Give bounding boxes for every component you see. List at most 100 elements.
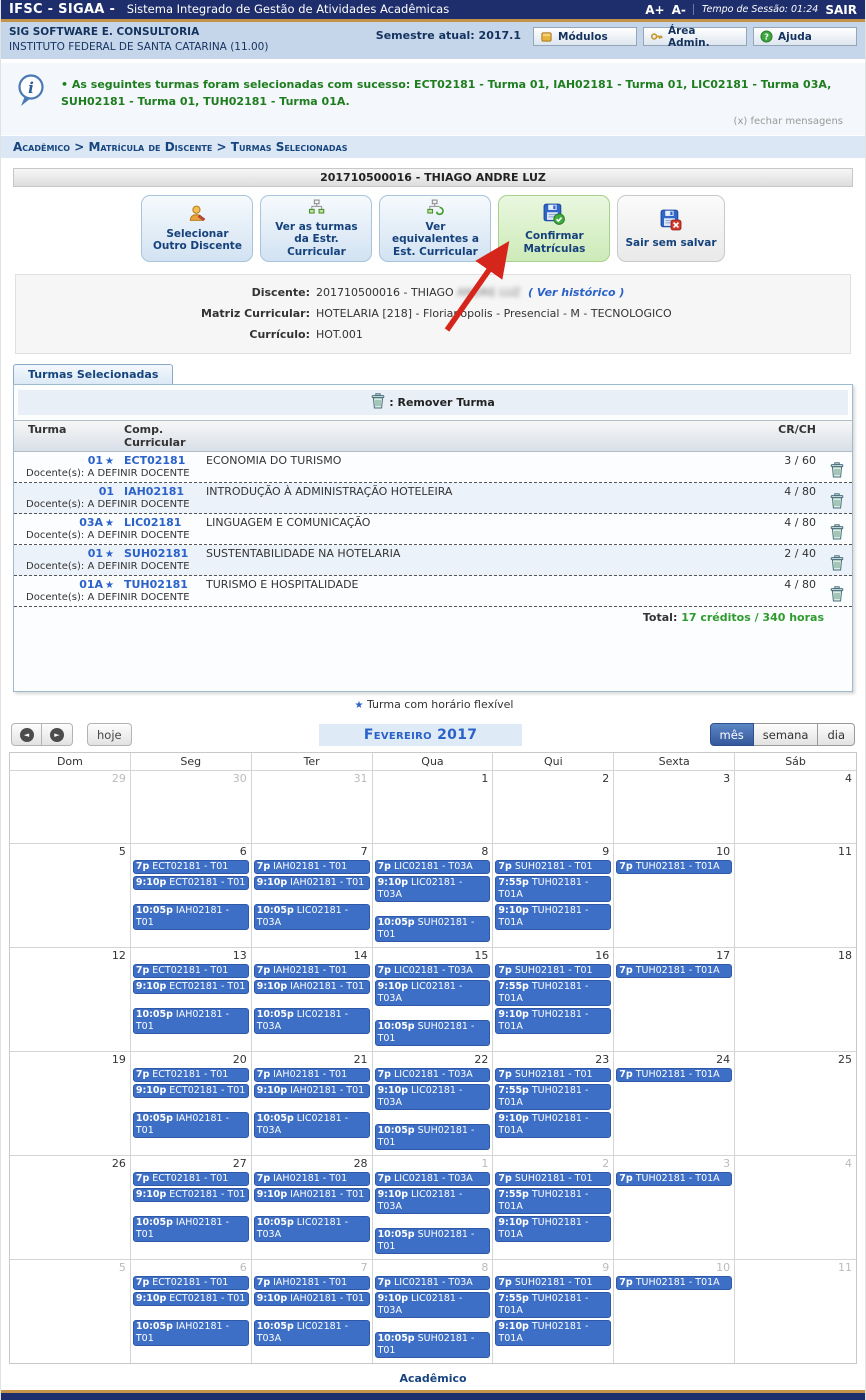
day-number: 31 — [252, 771, 372, 786]
calendar-event[interactable]: 7:55pTUH02181 -T01A — [495, 1292, 611, 1318]
calendar-event[interactable]: 9:10pIAH02181 - T01 — [254, 980, 370, 994]
remove-turma-button[interactable] — [830, 555, 844, 571]
calendar-event[interactable]: 10:05pLIC02181 -T03A — [254, 904, 370, 930]
calendar-event[interactable]: 7:55pTUH02181 -T01A — [495, 876, 611, 902]
calendar-event[interactable]: 9:10pTUH02181 -T01A — [495, 1112, 611, 1138]
component-code-link[interactable]: ECT02181 — [124, 454, 206, 467]
calendar-event[interactable]: 10:05pSUH02181 -T01 — [375, 916, 491, 942]
remove-turma-button[interactable] — [830, 586, 844, 602]
calendar-event[interactable]: 7pECT02181 - T01 — [133, 1172, 249, 1186]
calendar-event[interactable]: 10:05pLIC02181 -T03A — [254, 1320, 370, 1346]
calendar-today-button[interactable]: hoje — [87, 723, 132, 746]
calendar-view-mes-button[interactable]: mês — [710, 723, 754, 746]
action-selecionar-outro-discente-button[interactable]: Selecionar Outro Discente — [141, 195, 253, 262]
calendar-event[interactable]: 10:05pIAH02181 - T01 — [133, 904, 249, 930]
remove-turma-button[interactable] — [830, 524, 844, 540]
component-code-link[interactable]: LIC02181 — [124, 516, 206, 529]
calendar-event[interactable]: 7pSUH02181 - T01 — [495, 964, 611, 978]
calendar-event[interactable]: 10:05pSUH02181 -T01 — [375, 1020, 491, 1046]
calendar-event[interactable]: 7pIAH02181 - T01 — [254, 860, 370, 874]
font-increase-button[interactable]: A+ — [645, 3, 664, 17]
calendar-event[interactable]: 7pIAH02181 - T01 — [254, 964, 370, 978]
calendar-event[interactable]: 7pECT02181 - T01 — [133, 860, 249, 874]
calendar-event[interactable]: 7pTUH02181 - T01A — [616, 964, 732, 978]
calendar-event[interactable]: 7pLIC02181 - T03A — [375, 860, 491, 874]
day-number: 4 — [735, 1156, 856, 1171]
calendar-prev-button[interactable]: ◄ — [11, 723, 42, 746]
calendar-event[interactable]: 9:10pLIC02181 - T03A — [375, 980, 491, 1006]
remove-turma-button[interactable] — [830, 462, 844, 478]
action-ver-equivalentes-estrutura-curricular-button[interactable]: Ver equivalentes a Est. Curricular — [379, 195, 491, 262]
calendar-event[interactable]: 7pECT02181 - T01 — [133, 1276, 249, 1290]
font-decrease-button[interactable]: A- — [672, 3, 686, 17]
calendar-next-button[interactable]: ► — [42, 723, 73, 746]
action-ver-turmas-estrutura-curricular-button[interactable]: Ver as turmas da Estr. Curricular — [260, 195, 372, 262]
component-code-link[interactable]: IAH02181 — [124, 485, 206, 498]
logout-button[interactable]: SAIR — [825, 3, 857, 17]
calendar-event[interactable]: 10:05pLIC02181 -T03A — [254, 1112, 370, 1138]
menu-button-ajuda[interactable]: ?Ajuda — [753, 27, 857, 46]
close-messages-link[interactable]: (x) fechar mensagens — [15, 112, 855, 133]
calendar-view-dia-button[interactable]: dia — [818, 723, 855, 746]
calendar-event[interactable]: 9:10pLIC02181 - T03A — [375, 1084, 491, 1110]
remove-turma-legend-text: : Remover Turma — [389, 396, 495, 409]
tab-turmas-selecionadas[interactable]: Turmas Selecionadas — [13, 364, 173, 384]
calendar-event[interactable]: 7:55pTUH02181 -T01A — [495, 1084, 611, 1110]
calendar-event[interactable]: 9:10pTUH02181 -T01A — [495, 1216, 611, 1242]
calendar-event[interactable]: 7pLIC02181 - T03A — [375, 1068, 491, 1082]
calendar-event[interactable]: 7pSUH02181 - T01 — [495, 1172, 611, 1186]
calendar-event[interactable]: 7pLIC02181 - T03A — [375, 1172, 491, 1186]
weekday-header: Qui — [493, 753, 614, 770]
calendar-event[interactable]: 10:05pSUH02181 -T01 — [375, 1228, 491, 1254]
calendar-event[interactable]: 7pIAH02181 - T01 — [254, 1172, 370, 1186]
calendar-event[interactable]: 9:10pTUH02181 -T01A — [495, 1320, 611, 1346]
calendar-event[interactable]: 7pTUH02181 - T01A — [616, 1068, 732, 1082]
calendar-event[interactable]: 7pTUH02181 - T01A — [616, 860, 732, 874]
calendar-event[interactable]: 10:05pIAH02181 - T01 — [133, 1112, 249, 1138]
calendar-event[interactable]: 9:10pECT02181 - T01 — [133, 1084, 249, 1098]
calendar-event[interactable]: 7pIAH02181 - T01 — [254, 1068, 370, 1082]
calendar-event[interactable]: 7pIAH02181 - T01 — [254, 1276, 370, 1290]
calendar-event[interactable]: 10:05pIAH02181 - T01 — [133, 1008, 249, 1034]
calendar-event[interactable]: 7pTUH02181 - T01A — [616, 1172, 732, 1186]
component-code-link[interactable]: SUH02181 — [124, 547, 206, 560]
menu-button-area-admin[interactable]: Área Admin. — [643, 27, 747, 46]
action-sair-sem-salvar-button[interactable]: Sair sem salvar — [617, 195, 724, 262]
calendar-view-semana-button[interactable]: semana — [754, 723, 819, 746]
calendar-event[interactable]: 7pSUH02181 - T01 — [495, 1068, 611, 1082]
calendar-event[interactable]: 10:05pIAH02181 - T01 — [133, 1320, 249, 1346]
calendar-event[interactable]: 9:10pECT02181 - T01 — [133, 876, 249, 890]
calendar-event[interactable]: 7pECT02181 - T01 — [133, 1068, 249, 1082]
calendar-event[interactable]: 10:05pSUH02181 -T01 — [375, 1332, 491, 1358]
calendar-event[interactable]: 9:10pLIC02181 - T03A — [375, 1292, 491, 1318]
action-confirmar-matriculas-button[interactable]: Confirmar Matrículas — [498, 195, 610, 262]
calendar-event[interactable]: 9:10pIAH02181 - T01 — [254, 1188, 370, 1202]
calendar-event[interactable]: 9:10pLIC02181 - T03A — [375, 876, 491, 902]
calendar-event[interactable]: 10:05pLIC02181 -T03A — [254, 1216, 370, 1242]
calendar-event[interactable]: 10:05pSUH02181 -T01 — [375, 1124, 491, 1150]
calendar-event[interactable]: 7pLIC02181 - T03A — [375, 1276, 491, 1290]
calendar-event[interactable]: 7:55pTUH02181 -T01A — [495, 1188, 611, 1214]
component-code-link[interactable]: TUH02181 — [124, 578, 206, 591]
calendar-event[interactable]: 9:10pECT02181 - T01 — [133, 1292, 249, 1306]
calendar-event[interactable]: 9:10pLIC02181 - T03A — [375, 1188, 491, 1214]
calendar-event[interactable]: 7pSUH02181 - T01 — [495, 860, 611, 874]
ver-historico-link[interactable]: ( Ver histórico ) — [528, 286, 624, 299]
calendar-event[interactable]: 7pECT02181 - T01 — [133, 964, 249, 978]
calendar-event[interactable]: 10:05pIAH02181 - T01 — [133, 1216, 249, 1242]
calendar-event[interactable]: 7pLIC02181 - T03A — [375, 964, 491, 978]
calendar-event[interactable]: 7pSUH02181 - T01 — [495, 1276, 611, 1290]
menu-button-modulos[interactable]: Módulos — [533, 27, 637, 46]
calendar-event[interactable]: 9:10pIAH02181 - T01 — [254, 1084, 370, 1098]
calendar-event[interactable]: 9:10pIAH02181 - T01 — [254, 1292, 370, 1306]
calendar-event[interactable]: 7pTUH02181 - T01A — [616, 1276, 732, 1290]
calendar-event[interactable]: 7:55pTUH02181 -T01A — [495, 980, 611, 1006]
flexible-schedule-legend: ★ Turma com horário flexível — [1, 692, 865, 719]
calendar-event[interactable]: 10:05pLIC02181 -T03A — [254, 1008, 370, 1034]
calendar-event[interactable]: 9:10pTUH02181 -T01A — [495, 1008, 611, 1034]
remove-turma-button[interactable] — [830, 493, 844, 509]
calendar-event[interactable]: 9:10pECT02181 - T01 — [133, 1188, 249, 1202]
calendar-event[interactable]: 9:10pIAH02181 - T01 — [254, 876, 370, 890]
calendar-event[interactable]: 9:10pTUH02181 -T01A — [495, 904, 611, 930]
calendar-event[interactable]: 9:10pECT02181 - T01 — [133, 980, 249, 994]
